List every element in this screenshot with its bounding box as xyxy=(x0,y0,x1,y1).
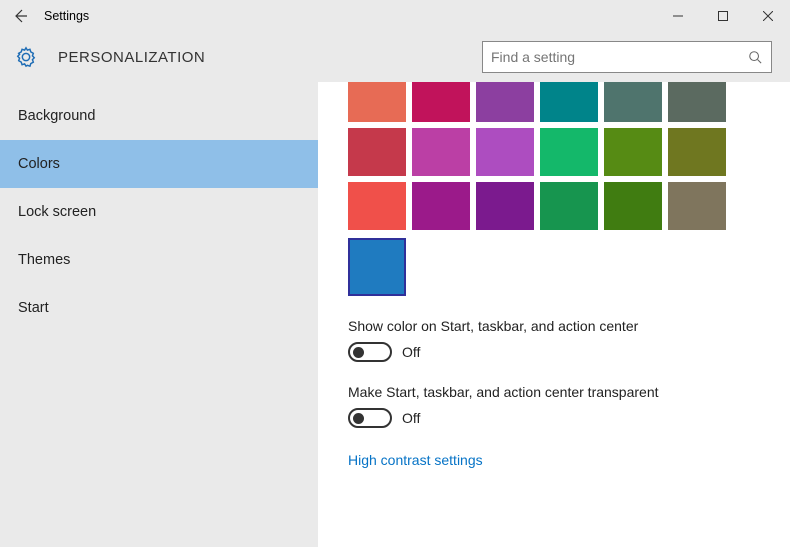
toggle-state: Off xyxy=(402,344,420,360)
setting-label-show-color: Show color on Start, taskbar, and action… xyxy=(348,318,790,334)
color-swatch[interactable] xyxy=(540,128,598,176)
color-swatch-selected[interactable] xyxy=(348,238,406,296)
color-swatch[interactable] xyxy=(604,182,662,230)
sidebar-item-label: Lock screen xyxy=(18,204,96,220)
color-swatch[interactable] xyxy=(668,128,726,176)
titlebar: Settings xyxy=(0,0,790,32)
sidebar: Background Colors Lock screen Themes Sta… xyxy=(0,82,318,547)
color-swatch[interactable] xyxy=(348,82,406,122)
color-swatch[interactable] xyxy=(540,82,598,122)
color-swatch[interactable] xyxy=(412,128,470,176)
toggle-state: Off xyxy=(402,410,420,426)
maximize-button[interactable] xyxy=(700,0,745,32)
swatch-row xyxy=(348,182,790,230)
back-button[interactable] xyxy=(0,0,40,32)
toggle-knob xyxy=(353,413,364,424)
toggle-row: Off xyxy=(348,408,790,428)
toggle-show-color[interactable] xyxy=(348,342,392,362)
toggle-row: Off xyxy=(348,342,790,362)
toggle-knob xyxy=(353,347,364,358)
color-swatch[interactable] xyxy=(412,82,470,122)
sidebar-item-themes[interactable]: Themes xyxy=(0,236,318,284)
close-button[interactable] xyxy=(745,0,790,32)
color-swatch[interactable] xyxy=(476,128,534,176)
search-input[interactable] xyxy=(491,49,747,65)
color-swatch[interactable] xyxy=(604,128,662,176)
close-icon xyxy=(763,11,773,21)
sidebar-item-label: Themes xyxy=(18,252,70,268)
minimize-button[interactable] xyxy=(655,0,700,32)
color-swatch[interactable] xyxy=(604,82,662,122)
sidebar-item-label: Colors xyxy=(18,156,60,172)
header: PERSONALIZATION xyxy=(0,32,790,82)
color-swatch[interactable] xyxy=(412,182,470,230)
toggle-transparent[interactable] xyxy=(348,408,392,428)
body: Background Colors Lock screen Themes Sta… xyxy=(0,82,790,547)
search-icon xyxy=(747,49,763,65)
color-swatch[interactable] xyxy=(476,182,534,230)
category-title: PERSONALIZATION xyxy=(58,49,205,66)
color-swatch[interactable] xyxy=(540,182,598,230)
swatch-row xyxy=(348,128,790,176)
minimize-icon xyxy=(673,11,683,21)
setting-label-transparent: Make Start, taskbar, and action center t… xyxy=(348,384,790,400)
swatch-row xyxy=(348,82,790,122)
sidebar-item-label: Background xyxy=(18,108,95,124)
sidebar-item-start[interactable]: Start xyxy=(0,284,318,332)
color-swatch[interactable] xyxy=(348,182,406,230)
maximize-icon xyxy=(718,11,728,21)
color-swatch[interactable] xyxy=(348,128,406,176)
search-box[interactable] xyxy=(482,41,772,73)
color-swatch[interactable] xyxy=(668,82,726,122)
arrow-left-icon xyxy=(12,8,28,24)
high-contrast-link[interactable]: High contrast settings xyxy=(348,452,483,468)
sidebar-item-background[interactable]: Background xyxy=(0,92,318,140)
content: Show color on Start, taskbar, and action… xyxy=(318,82,790,547)
color-swatch[interactable] xyxy=(476,82,534,122)
sidebar-item-lock-screen[interactable]: Lock screen xyxy=(0,188,318,236)
color-swatches xyxy=(348,82,790,296)
window-title: Settings xyxy=(40,9,89,23)
swatch-row xyxy=(348,238,790,296)
sidebar-item-label: Start xyxy=(18,300,49,316)
sidebar-item-colors[interactable]: Colors xyxy=(0,140,318,188)
gear-icon xyxy=(14,45,38,69)
color-swatch[interactable] xyxy=(668,182,726,230)
